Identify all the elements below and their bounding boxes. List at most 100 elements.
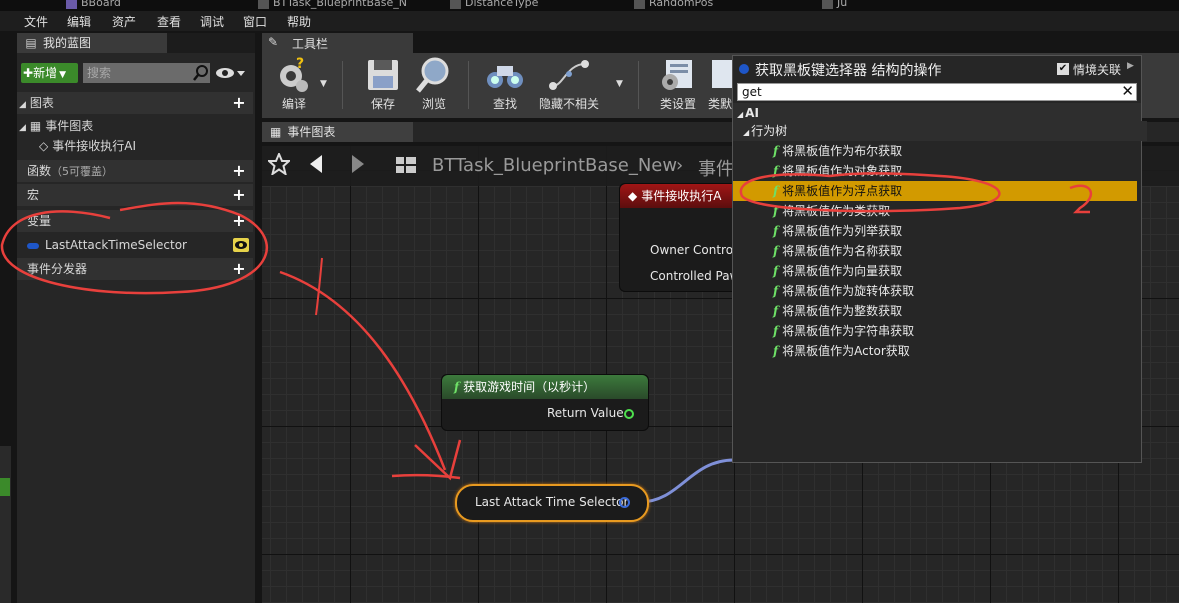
dropdown-arrow-icon: ▼ [59, 70, 66, 80]
event-node-header: ◆ 事件接收执行A [620, 184, 750, 208]
variable-pill-icon [27, 242, 39, 249]
event-graph-item[interactable]: ◢ ▦ 事件图表 [19, 115, 93, 137]
add-graph-plus-icon[interactable]: + [231, 95, 247, 111]
document-tab-strip: BBoard BTTask_BlueprintBase_N DistanceTy… [0, 0, 1179, 11]
edge-green-button [0, 478, 10, 496]
struct-type-dot-icon [739, 64, 749, 74]
back-arrow-icon[interactable] [306, 153, 326, 180]
search-icon [193, 64, 209, 82]
svg-text:?: ? [296, 56, 304, 72]
add-function-plus-icon[interactable]: + [231, 163, 247, 179]
action-item[interactable]: f 将黑板值作为向量获取 [733, 261, 1137, 281]
action-search-input[interactable]: get ✕ [737, 82, 1137, 101]
function-node-header: f 获取游戏时间（以秒计） [442, 375, 648, 399]
event-diamond-icon: ◇ [39, 139, 49, 153]
add-macro-plus-icon[interactable]: + [231, 187, 247, 203]
menu-help[interactable]: 帮助 [287, 13, 311, 30]
function-f-icon: f [773, 224, 779, 238]
action-item[interactable]: f 将黑板值作为字符串获取 [733, 321, 1137, 341]
menu-debug[interactable]: 调试 [200, 13, 224, 30]
collapse-arrow-icon: ◢ [743, 128, 750, 137]
action-item[interactable]: f 将黑板值作为对象获取 [733, 161, 1137, 181]
class-settings-button[interactable]: 类设置 [650, 56, 706, 116]
doc-tab-bboard[interactable]: BBoard [66, 0, 121, 10]
function-f-icon: f [773, 144, 779, 158]
function-f-icon: f [773, 284, 779, 298]
function-f-icon: f [773, 264, 779, 278]
function-f-icon: f [773, 304, 779, 318]
function-f-icon: f [773, 204, 779, 218]
menu-edit[interactable]: 编辑 [67, 13, 91, 30]
last-attack-time-selector-node[interactable]: Last Attack Time Selector [455, 484, 649, 522]
event-receive-execute-ai-item[interactable]: ◇ 事件接收执行AI [39, 135, 136, 157]
view-options-eye-icon[interactable] [215, 65, 249, 81]
plus-icon: ✚ [23, 66, 34, 80]
struct-output-pin-icon[interactable] [619, 497, 630, 508]
collapse-arrow-icon: ◢ [19, 100, 26, 110]
action-item[interactable]: f 将黑板值作为Actor获取 [733, 341, 1137, 361]
blueprint-search-input[interactable]: 搜索 [83, 63, 210, 83]
save-floppy-icon [355, 56, 411, 94]
get-game-time-node[interactable]: f 获取游戏时间（以秒计） Return Value [441, 374, 649, 431]
collapse-arrow-icon: ◢ [737, 110, 744, 119]
add-dispatcher-plus-icon[interactable]: + [231, 261, 247, 277]
event-graph-tab[interactable]: ▦ 事件图表 [262, 122, 413, 142]
add-new-button[interactable]: ✚新增 ▼ [21, 63, 78, 83]
doc-tab-bttask[interactable]: BTTask_BlueprintBase_N [258, 0, 407, 10]
action-item[interactable]: f 将黑板值作为类获取 [733, 201, 1137, 221]
action-item[interactable]: f 将黑板值作为名称获取 [733, 241, 1137, 261]
toolbar-tab[interactable]: ✎ 工具栏 [262, 33, 413, 53]
add-variable-plus-icon[interactable]: + [231, 213, 247, 229]
menu-asset[interactable]: 资产 [112, 13, 136, 30]
save-button[interactable]: 保存 [355, 56, 411, 116]
action-item[interactable]: f 将黑板值作为列举获取 [733, 221, 1137, 241]
graphs-section-header[interactable]: ◢ 图表 + [17, 92, 253, 114]
annotation-step-number: 2 [1074, 192, 1075, 193]
favorite-star-icon[interactable] [266, 151, 292, 180]
forward-arrow-icon[interactable] [348, 153, 368, 180]
action-menu-header: 获取黑板键选择器 结构的操作 ✔ 情境关联 ▶ [733, 56, 1141, 82]
browse-button[interactable]: 浏览 [406, 56, 462, 116]
hide-unrelated-button[interactable]: 隐藏不相关 [532, 56, 606, 116]
action-item[interactable]: f 将黑板值作为整数获取 [733, 301, 1137, 321]
context-arrow-icon: ▶ [1127, 61, 1134, 71]
menu-window[interactable]: 窗口 [243, 13, 267, 30]
breadcrumb-graph[interactable]: 事件 [698, 155, 734, 181]
variable-visibility-eye-icon[interactable] [233, 238, 249, 252]
doc-tab-distancetype[interactable]: DistanceType [450, 0, 538, 10]
action-item[interactable]: f 将黑板值作为浮点获取 [733, 181, 1137, 201]
functions-section-header[interactable]: 函数（5可覆盖） + [17, 160, 253, 182]
find-button[interactable]: 查找 [477, 56, 533, 116]
wrench-icon: ✎ [268, 35, 279, 49]
collapse-arrow-icon: ◢ [19, 123, 26, 133]
doc-tab-randompos[interactable]: RandomPos [634, 0, 713, 10]
menu-file[interactable]: 文件 [24, 13, 48, 30]
menu-view[interactable]: 查看 [157, 13, 181, 30]
browse-magnifier-icon [406, 56, 462, 94]
context-sensitive-checkbox[interactable]: ✔ [1057, 63, 1069, 75]
category-ai[interactable]: ◢ AI [733, 103, 1141, 123]
float-output-pin-icon[interactable] [624, 409, 634, 419]
variable-item-lastattacktimeselector[interactable]: LastAttackTimeSelector [27, 234, 253, 256]
compile-button[interactable]: ? 编译 [266, 56, 322, 116]
breadcrumb-asset[interactable]: BTTask_BlueprintBase_New [432, 155, 677, 176]
clear-search-x-icon[interactable]: ✕ [1121, 82, 1134, 100]
function-f-icon: f [773, 244, 779, 258]
my-blueprint-tab-bar: ▤ 我的蓝图 [17, 33, 255, 53]
hide-options-chevron-icon[interactable]: ▼ [616, 79, 623, 89]
compile-options-chevron-icon[interactable]: ▼ [320, 79, 327, 89]
function-f-icon: f [773, 324, 779, 338]
breadcrumb-separator-icon: › [676, 155, 684, 176]
blueprint-grid-icon [394, 154, 418, 181]
category-behavior-tree[interactable]: ◢ 行为树 [733, 121, 1147, 141]
class-defaults-button[interactable]: 类默 [708, 56, 732, 116]
event-dispatchers-section-header[interactable]: 事件分发器 + [17, 258, 253, 280]
action-item[interactable]: f 将黑板值作为旋转体获取 [733, 281, 1137, 301]
variables-section-header[interactable]: 变量 + [17, 210, 253, 232]
macros-section-header[interactable]: 宏 + [17, 184, 253, 206]
graph-icon: ▦ [270, 125, 282, 139]
task-asset-icon [634, 0, 645, 9]
doc-tab-ju[interactable]: Ju [822, 0, 847, 10]
my-blueprint-tab[interactable]: ▤ 我的蓝图 [17, 33, 167, 53]
action-item[interactable]: f 将黑板值作为布尔获取 [733, 141, 1137, 161]
